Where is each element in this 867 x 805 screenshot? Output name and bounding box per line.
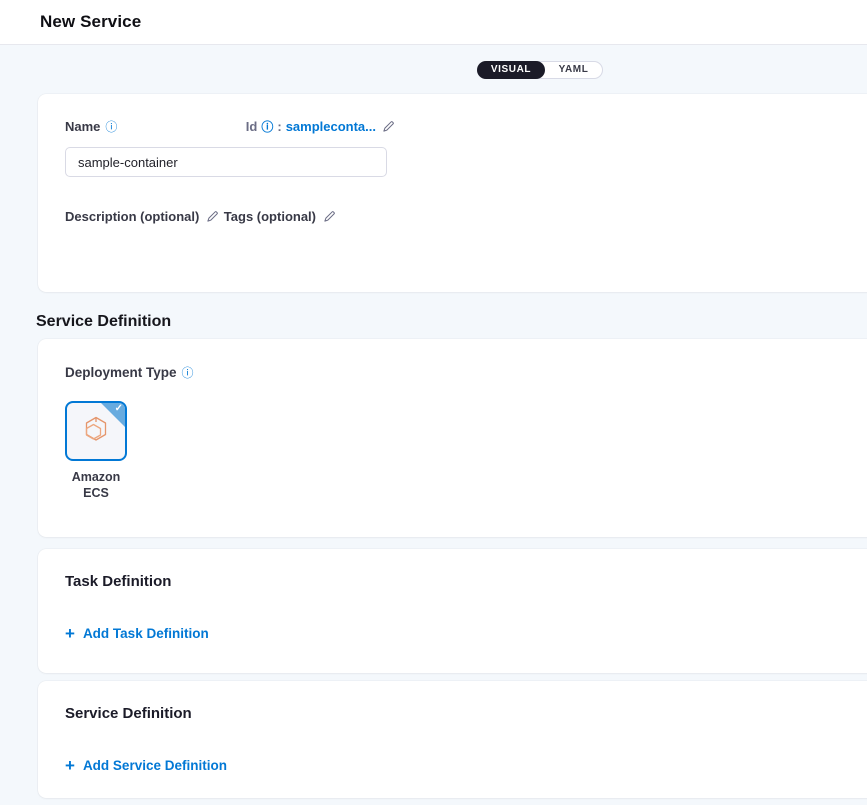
- amazon-ecs-tile[interactable]: ✓: [65, 401, 127, 461]
- add-service-definition-button[interactable]: + Add Service Definition: [65, 758, 227, 773]
- id-value[interactable]: sampleconta...: [286, 119, 376, 134]
- tags-label: Tags (optional): [224, 209, 316, 224]
- content-area: VISUAL YAML Name ⓘ Id ⓘ : sampleconta...…: [0, 45, 867, 798]
- deployment-type-label: Deployment Type: [65, 365, 177, 380]
- add-task-definition-button[interactable]: + Add Task Definition: [65, 626, 209, 641]
- id-label: Id: [246, 119, 258, 134]
- tab-visual[interactable]: VISUAL: [477, 61, 545, 79]
- section-heading-service-definition: Service Definition: [36, 313, 867, 330]
- task-definition-title: Task Definition: [65, 574, 850, 590]
- page-title: New Service: [40, 12, 141, 32]
- service-overview-card: Name ⓘ Id ⓘ : sampleconta... Description…: [38, 94, 867, 292]
- description-label: Description (optional): [65, 209, 199, 224]
- id-info-icon[interactable]: ⓘ: [261, 121, 273, 133]
- page-header: New Service: [0, 0, 867, 45]
- id-group: Id ⓘ : sampleconta...: [246, 119, 395, 134]
- name-id-row: Name ⓘ Id ⓘ : sampleconta...: [65, 119, 395, 134]
- deployment-type-info-icon[interactable]: ⓘ: [182, 367, 194, 379]
- deployment-type-card: Deployment Type ⓘ ✓ Amazon ECS: [38, 339, 867, 537]
- deployment-option-amazon-ecs: ✓ Amazon ECS: [65, 401, 127, 501]
- edit-description-icon[interactable]: [206, 210, 219, 223]
- service-name-input[interactable]: [65, 147, 387, 177]
- service-definition-title: Service Definition: [65, 706, 850, 722]
- service-definition-card: Service Definition + Add Service Definit…: [38, 681, 867, 798]
- task-definition-card: Task Definition + Add Task Definition: [38, 549, 867, 673]
- deployment-type-label-group: Deployment Type ⓘ: [65, 365, 194, 380]
- name-info-icon[interactable]: ⓘ: [105, 121, 117, 133]
- name-label-group: Name ⓘ: [65, 119, 117, 134]
- tab-yaml[interactable]: YAML: [545, 62, 602, 78]
- description-toggle[interactable]: Description (optional): [65, 209, 219, 224]
- tags-toggle[interactable]: Tags (optional): [224, 209, 336, 224]
- plus-icon: +: [65, 627, 75, 640]
- add-task-definition-label: Add Task Definition: [83, 626, 209, 641]
- name-label: Name: [65, 119, 100, 134]
- id-separator: :: [277, 119, 281, 134]
- edit-tags-icon[interactable]: [323, 210, 336, 223]
- visual-yaml-toggle: VISUAL YAML: [477, 61, 603, 79]
- check-icon: ✓: [115, 403, 123, 414]
- edit-id-icon[interactable]: [382, 120, 395, 133]
- add-service-definition-label: Add Service Definition: [83, 758, 227, 773]
- plus-icon: +: [65, 759, 75, 772]
- amazon-ecs-label: Amazon ECS: [65, 470, 127, 501]
